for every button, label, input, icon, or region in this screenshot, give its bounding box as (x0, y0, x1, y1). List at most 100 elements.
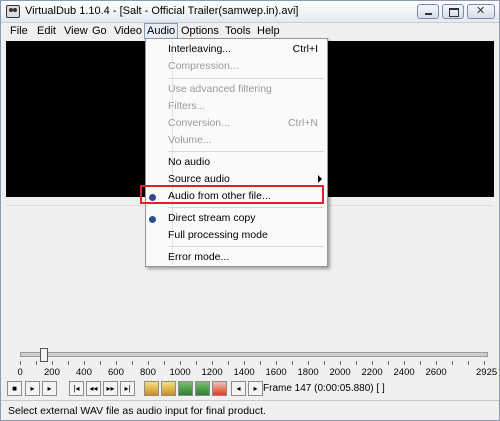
menu-item-label: Conversion... (168, 117, 230, 129)
menu-edit[interactable]: Edit (37, 24, 56, 38)
timeline-tick (276, 361, 277, 365)
menu-file[interactable]: File (10, 24, 28, 38)
menu-item-direct-stream-copy[interactable]: Direct stream copy (168, 210, 328, 227)
menu-help[interactable]: Help (257, 24, 280, 38)
timeline-tick (436, 361, 437, 365)
menu-item-label: Interleaving... (168, 43, 232, 55)
timeline-tick (420, 361, 421, 365)
status-text: Select external WAV file as audio input … (8, 405, 266, 417)
prev-keyframe-icon[interactable] (144, 381, 159, 396)
menu-item-label: Filters... (168, 100, 206, 112)
menu-separator (168, 246, 324, 247)
timeline-tick-label: 1200 (201, 367, 223, 378)
step-back-icon[interactable]: ◂◂ (86, 381, 101, 396)
timeline-tick (484, 361, 485, 365)
minimize-button[interactable] (417, 4, 439, 19)
timeline-tick (132, 361, 133, 365)
menu-item-error-mode[interactable]: Error mode... (168, 249, 328, 266)
menu-tools[interactable]: Tools (225, 24, 251, 38)
menu-item-volume[interactable]: Volume... (168, 132, 328, 149)
close-button[interactable] (467, 4, 495, 19)
menu-item-label: Direct stream copy (168, 212, 256, 224)
title-bar: VirtualDub 1.10.4 - [Salt - Official Tra… (1, 1, 499, 23)
prev-drop-icon[interactable] (212, 381, 227, 396)
timeline-tick (324, 361, 325, 365)
position-toolbar: ■ ▸ ▸ |◂ ◂◂ ▸▸ ▸| ◂ ▸ (7, 381, 497, 398)
menu-item-accel: Ctrl+N (287, 117, 318, 129)
timeline-tick-label: 2400 (393, 367, 415, 378)
menu-audio[interactable]: Audio (144, 23, 179, 39)
timeline-tick (228, 361, 229, 365)
prev-scene-icon[interactable] (178, 381, 193, 396)
timeline-tick (244, 361, 245, 365)
menu-item-label: Use advanced filtering (168, 83, 272, 95)
menu-options[interactable]: Options (181, 24, 219, 38)
timeline-tick-label: 1000 (169, 367, 191, 378)
timeline-tick-label: 800 (140, 367, 156, 378)
menu-item-use-advanced-filtering[interactable]: Use advanced filtering (168, 81, 328, 98)
menu-item-no-audio[interactable]: No audio (168, 154, 328, 171)
menu-item-label: Full processing mode (168, 229, 268, 241)
timeline-tick (164, 361, 165, 365)
menu-view[interactable]: View (64, 24, 88, 38)
timeline-tick-label: 2200 (361, 367, 383, 378)
menu-item-compression[interactable]: Compression... (168, 58, 328, 75)
timeline-tick-label: 2925 (476, 367, 498, 378)
virtualdub-app-icon[interactable] (6, 5, 20, 18)
timeline-tick-label: 200 (44, 367, 60, 378)
timeline-tick (84, 361, 85, 365)
timeline-tick (308, 361, 309, 365)
window-title: VirtualDub 1.10.4 - [Salt - Official Tra… (25, 5, 299, 17)
timeline-tick-label: 400 (76, 367, 92, 378)
timeline-tick (20, 361, 21, 365)
timeline-tick (388, 361, 389, 365)
menu-video[interactable]: Video (114, 24, 142, 38)
timeline-tick (68, 361, 69, 365)
timeline-tick-label: 1600 (265, 367, 287, 378)
timeline-tick-label: 2000 (329, 367, 351, 378)
next-scene-icon[interactable] (195, 381, 210, 396)
timeline-tick (452, 361, 453, 365)
menu-item-accel: Ctrl+I (292, 43, 318, 55)
stop-icon[interactable]: ■ (7, 381, 22, 396)
timeline-tick (292, 361, 293, 365)
timeline-tick (196, 361, 197, 365)
main-window: VirtualDub 1.10.4 - [Salt - Official Tra… (0, 0, 500, 421)
menu-bar: File Edit View Go Video Audio Options To… (1, 23, 499, 39)
audio-menu-dropdown: Interleaving... Ctrl+I Compression... Us… (145, 38, 328, 267)
timeline-tick (100, 361, 101, 365)
mark-in-icon[interactable]: ◂ (231, 381, 246, 396)
menu-separator (168, 207, 324, 208)
step-forward-icon[interactable]: ▸▸ (103, 381, 118, 396)
menu-item-label: Volume... (168, 134, 212, 146)
menu-item-filters[interactable]: Filters... (168, 98, 328, 115)
play-input-icon[interactable]: ▸ (25, 381, 40, 396)
mark-out-icon[interactable]: ▸ (248, 381, 263, 396)
timeline-tick (372, 361, 373, 365)
radio-bullet-icon (149, 216, 156, 223)
status-bar: Select external WAV file as audio input … (1, 400, 499, 420)
timeline-tick-label: 0 (17, 367, 23, 378)
timeline-tick (52, 361, 53, 365)
menu-item-conversion[interactable]: Conversion... Ctrl+N (168, 115, 328, 132)
go-start-icon[interactable]: |◂ (69, 381, 84, 396)
menu-separator (168, 78, 324, 79)
menu-go[interactable]: Go (92, 24, 107, 38)
timeline-track[interactable] (20, 352, 488, 357)
next-keyframe-icon[interactable] (161, 381, 176, 396)
go-end-icon[interactable]: ▸| (120, 381, 135, 396)
play-output-icon[interactable]: ▸ (42, 381, 57, 396)
timeline-tick (180, 361, 181, 365)
menu-item-full-processing-mode[interactable]: Full processing mode (168, 227, 328, 244)
timeline-thumb[interactable] (39, 348, 48, 362)
maximize-button[interactable] (442, 4, 464, 19)
menu-item-interleaving[interactable]: Interleaving... Ctrl+I (168, 41, 328, 58)
timeline-tick-label: 1400 (233, 367, 255, 378)
menu-item-label: Compression... (168, 60, 239, 72)
timeline-tick (36, 361, 37, 365)
timeline-tick (468, 361, 469, 365)
timeline-tick (356, 361, 357, 365)
timeline-tick (404, 361, 405, 365)
submenu-arrow-icon (318, 175, 322, 183)
highlight-box (140, 185, 324, 204)
